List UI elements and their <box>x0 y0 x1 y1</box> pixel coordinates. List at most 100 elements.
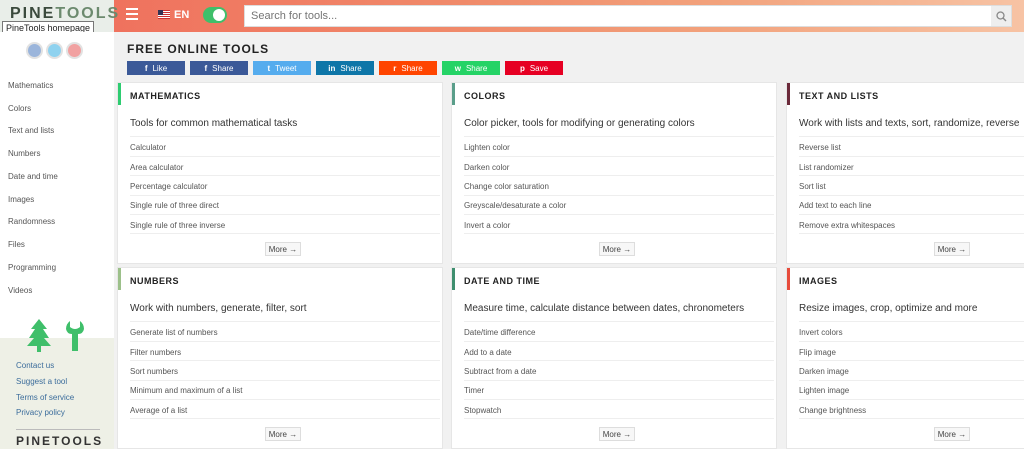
list-item[interactable]: Greyscale/desaturate a color <box>464 201 774 210</box>
sidebar-item-mathematics[interactable]: Mathematics <box>8 81 53 90</box>
sidebar-item-files[interactable]: Files <box>8 240 25 249</box>
list-item[interactable]: Timer <box>464 386 774 395</box>
more-button[interactable]: More → <box>934 242 970 256</box>
list-item[interactable]: Minimum and maximum of a list <box>130 386 440 395</box>
divider <box>799 418 1024 419</box>
sidebar-item-images[interactable]: Images <box>8 195 34 204</box>
footer-logo[interactable]: PINETOOLS <box>16 434 103 448</box>
card-title[interactable]: MATHEMATICS <box>130 91 201 101</box>
list-item[interactable]: Add to a date <box>464 348 774 357</box>
list-item[interactable]: Reverse list <box>799 143 1024 152</box>
list-item[interactable]: Sort list <box>799 182 1024 191</box>
logo[interactable]: PINETOOLS PineTools homepage <box>0 0 118 35</box>
list-item[interactable]: Subtract from a date <box>464 367 774 376</box>
footer-link-privacy[interactable]: Privacy policy <box>16 408 65 417</box>
facebook-icon[interactable] <box>26 42 43 59</box>
divider <box>130 418 440 419</box>
divider <box>799 195 1024 196</box>
facebook-like-button[interactable]: f Like <box>127 61 185 75</box>
menu-icon[interactable] <box>126 8 138 20</box>
list-item[interactable]: Stopwatch <box>464 406 774 415</box>
sidebar-item-date-and-time[interactable]: Date and time <box>8 172 58 181</box>
list-item[interactable]: Calculator <box>130 143 440 152</box>
card-images: IMAGES Resize images, crop, optimize and… <box>786 267 1024 449</box>
reddit-icon: r <box>393 63 397 73</box>
list-item[interactable]: Darken color <box>464 163 774 172</box>
list-item[interactable]: Single rule of three direct <box>130 201 440 210</box>
list-item[interactable]: Invert colors <box>799 328 1024 337</box>
sidebar-item-colors[interactable]: Colors <box>8 104 31 113</box>
list-item[interactable]: Remove extra whitespaces <box>799 221 1024 230</box>
list-item[interactable]: Darken image <box>799 367 1024 376</box>
list-item[interactable]: Percentage calculator <box>130 182 440 191</box>
search-icon <box>995 10 1006 21</box>
list-item[interactable]: Date/time difference <box>464 328 774 337</box>
list-item[interactable]: Area calculator <box>130 163 440 172</box>
card-accent <box>787 268 790 290</box>
card-description: Work with lists and texts, sort, randomi… <box>799 118 1020 129</box>
list-item[interactable]: Average of a list <box>130 406 440 415</box>
more-button[interactable]: More → <box>599 242 635 256</box>
list-item[interactable]: List randomizer <box>799 163 1024 172</box>
reddit-share-button[interactable]: r Share <box>379 61 437 75</box>
list-item[interactable]: Change brightness <box>799 406 1024 415</box>
youtube-icon[interactable] <box>66 42 83 59</box>
social-icons <box>26 42 83 59</box>
divider <box>130 233 440 234</box>
language-label[interactable]: EN <box>174 9 189 21</box>
card-title[interactable]: IMAGES <box>799 276 838 286</box>
search-button[interactable] <box>991 6 1011 26</box>
list-item[interactable]: Single rule of three inverse <box>130 221 440 230</box>
divider <box>799 233 1024 234</box>
footer-link-contact[interactable]: Contact us <box>16 361 54 370</box>
sidebar-item-programming[interactable]: Programming <box>8 263 56 272</box>
facebook-share-button[interactable]: f Share <box>190 61 248 75</box>
search-input[interactable] <box>245 6 985 26</box>
sidebar-item-videos[interactable]: Videos <box>8 286 32 295</box>
card-title[interactable]: NUMBERS <box>130 276 179 286</box>
more-button[interactable]: More → <box>265 427 301 441</box>
divider <box>130 156 440 157</box>
list-item[interactable]: Generate list of numbers <box>130 328 440 337</box>
list-item[interactable]: Sort numbers <box>130 367 440 376</box>
pinterest-save-button[interactable]: p Save <box>505 61 563 75</box>
divider <box>464 399 774 400</box>
list-item[interactable]: Lighten color <box>464 143 774 152</box>
card-title[interactable]: TEXT AND LISTS <box>799 91 879 101</box>
list-item[interactable]: Invert a color <box>464 221 774 230</box>
footer-link-terms[interactable]: Terms of service <box>16 393 74 402</box>
search-box[interactable] <box>244 5 1012 27</box>
divider <box>130 399 440 400</box>
whatsapp-share-button[interactable]: w Share <box>442 61 500 75</box>
footer-link-suggest[interactable]: Suggest a tool <box>16 377 67 386</box>
list-item[interactable]: Lighten image <box>799 386 1024 395</box>
card-mathematics: MATHEMATICS Tools for common mathematica… <box>117 82 443 264</box>
card-title[interactable]: COLORS <box>464 91 506 101</box>
sidebar-item-randomness[interactable]: Randomness <box>8 217 55 226</box>
divider <box>464 156 774 157</box>
card-description: Tools for common mathematical tasks <box>130 118 298 129</box>
divider <box>464 360 774 361</box>
theme-toggle[interactable] <box>203 7 227 23</box>
twitter-icon[interactable] <box>46 42 63 59</box>
sidebar-item-text-and-lists[interactable]: Text and lists <box>8 126 54 135</box>
list-item[interactable]: Change color saturation <box>464 182 774 191</box>
twitter-tweet-button[interactable]: t Tweet <box>253 61 311 75</box>
divider <box>464 195 774 196</box>
divider <box>799 399 1024 400</box>
list-item[interactable]: Add text to each line <box>799 201 1024 210</box>
more-button[interactable]: More → <box>934 427 970 441</box>
list-item[interactable]: Flip image <box>799 348 1024 357</box>
divider <box>130 195 440 196</box>
card-title[interactable]: DATE AND TIME <box>464 276 540 286</box>
linkedin-share-button[interactable]: in Share <box>316 61 374 75</box>
card-description: Work with numbers, generate, filter, sor… <box>130 303 307 314</box>
sidebar-item-numbers[interactable]: Numbers <box>8 149 40 158</box>
us-flag-icon[interactable] <box>158 10 170 19</box>
toggle-knob <box>213 9 225 21</box>
whatsapp-icon: w <box>454 63 461 73</box>
more-button[interactable]: More → <box>599 427 635 441</box>
more-button[interactable]: More → <box>265 242 301 256</box>
list-item[interactable]: Filter numbers <box>130 348 440 357</box>
divider <box>464 233 774 234</box>
